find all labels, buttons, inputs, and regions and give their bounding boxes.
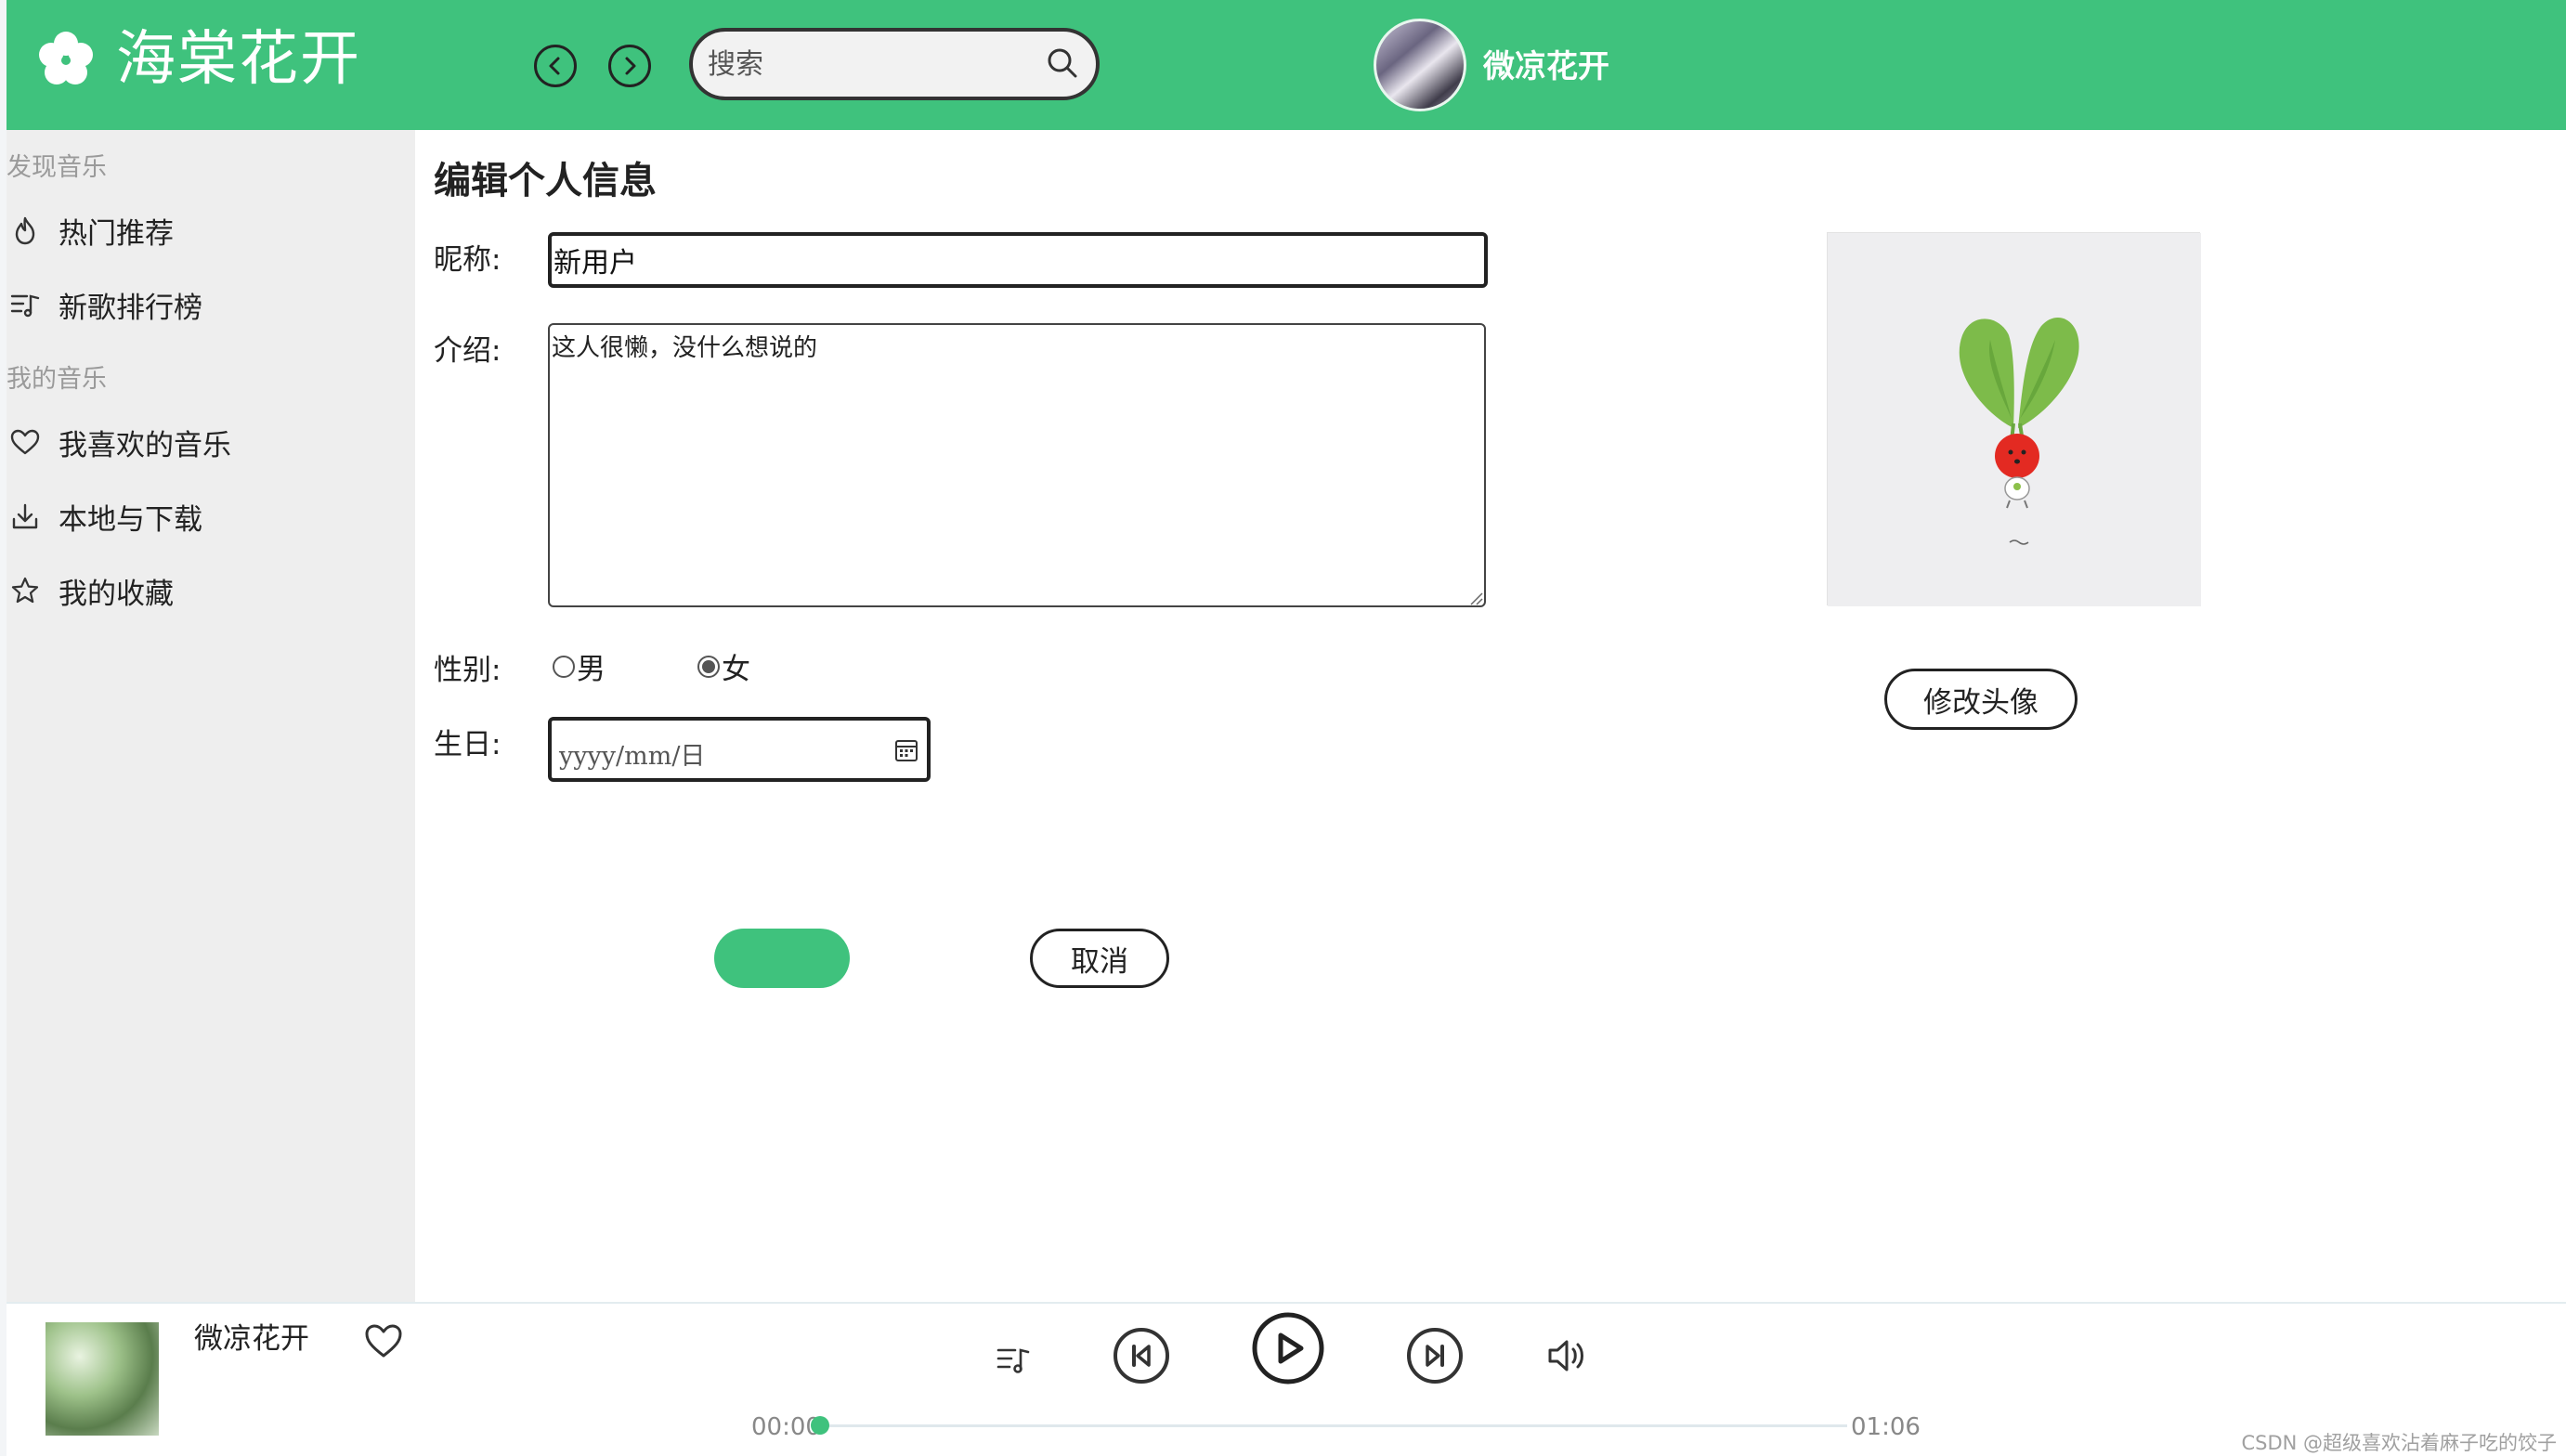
heart-icon [8, 425, 42, 459]
playlist-icon[interactable] [995, 1341, 1032, 1378]
nickname-label: 昵称: [434, 243, 501, 277]
sidebar-item-label: 本地与下载 [59, 502, 202, 537]
birthday-placeholder: yyyy/mm/日 [559, 742, 706, 771]
play-icon[interactable] [1251, 1311, 1325, 1385]
sidebar-item-label: 热门推荐 [59, 216, 174, 251]
gender-label: 性别: [434, 654, 501, 687]
download-icon [8, 500, 42, 533]
sidebar-item-new-charts[interactable]: 新歌排行榜 [7, 277, 415, 332]
username[interactable]: 微凉花开 [1483, 41, 1609, 86]
intro-textarea[interactable]: 这人很懒，没什么想说的 [548, 323, 1486, 607]
page-title: 编辑个人信息 [434, 160, 657, 202]
search-box [689, 28, 1100, 100]
sidebar-section-discover: 发现音乐 [7, 153, 107, 182]
heart-icon[interactable] [363, 1322, 404, 1359]
app-window: 海棠花开 微凉花开 发现音乐 热门推荐 新歌排行榜 我的音乐 [7, 0, 2566, 1456]
radio-male[interactable] [553, 655, 575, 678]
radio-male-label: 男 [577, 653, 606, 686]
search-input[interactable] [708, 32, 1042, 97]
nickname-input[interactable] [548, 232, 1488, 288]
user-avatar[interactable] [1374, 19, 1466, 111]
search-icon[interactable] [1046, 46, 1079, 80]
radio-female[interactable] [697, 655, 720, 678]
gender-option-female[interactable]: 女 [697, 645, 750, 687]
star-icon [8, 574, 42, 607]
forward-button[interactable] [608, 45, 651, 87]
radish-avatar-illustration [1828, 233, 2201, 606]
progress-track[interactable] [816, 1424, 1847, 1427]
intro-label: 介绍: [434, 334, 501, 368]
radio-female-label: 女 [722, 653, 750, 686]
player-bar: 微凉花开 00:00 01:06 CSDN @超级喜欢沾着麻子吃的饺子 [7, 1302, 2566, 1456]
cancel-button[interactable]: 取消 [1030, 929, 1169, 988]
sidebar: 发现音乐 热门推荐 新歌排行榜 我的音乐 我喜欢的音乐 本地与下载 我的收藏 [7, 130, 415, 1302]
next-track-icon[interactable] [1405, 1326, 1465, 1385]
app-title: 海棠花开 [116, 25, 361, 94]
avatar-preview-image [1827, 232, 2201, 606]
sidebar-section-my-music: 我的音乐 [7, 365, 107, 394]
album-cover[interactable] [46, 1322, 159, 1436]
previous-track-icon[interactable] [1112, 1326, 1171, 1385]
playlist-icon [8, 288, 42, 321]
progress-knob[interactable] [811, 1416, 829, 1435]
watermark: CSDN @超级喜欢沾着麻子吃的饺子 [2241, 1432, 2557, 1454]
flower-logo-icon [39, 32, 93, 84]
birthday-label: 生日: [434, 728, 501, 761]
gender-option-male[interactable]: 男 [553, 645, 606, 687]
save-button[interactable] [714, 929, 850, 988]
chevron-right-icon [625, 57, 636, 75]
birthday-input[interactable]: yyyy/mm/日 [548, 717, 931, 782]
sidebar-item-label: 我喜欢的音乐 [59, 428, 231, 462]
sidebar-item-label: 我的收藏 [59, 577, 174, 611]
total-time: 01:06 [1851, 1413, 1921, 1441]
volume-icon[interactable] [1546, 1337, 1589, 1374]
calendar-icon[interactable] [893, 737, 919, 763]
sidebar-item-local-download[interactable]: 本地与下载 [7, 488, 415, 544]
back-button[interactable] [534, 45, 577, 87]
fire-icon [8, 214, 42, 247]
resize-grip-icon[interactable] [1468, 591, 1483, 605]
sidebar-item-hot-recommend[interactable]: 热门推荐 [7, 202, 415, 258]
sidebar-item-liked-music[interactable]: 我喜欢的音乐 [7, 414, 415, 470]
sidebar-item-label: 新歌排行榜 [59, 291, 202, 325]
chevron-left-icon [549, 57, 560, 75]
sidebar-item-my-favorites[interactable]: 我的收藏 [7, 563, 415, 618]
song-name: 微凉花开 [194, 1322, 309, 1356]
top-header: 海棠花开 微凉花开 [7, 0, 2566, 130]
change-avatar-button[interactable]: 修改头像 [1884, 669, 2078, 730]
